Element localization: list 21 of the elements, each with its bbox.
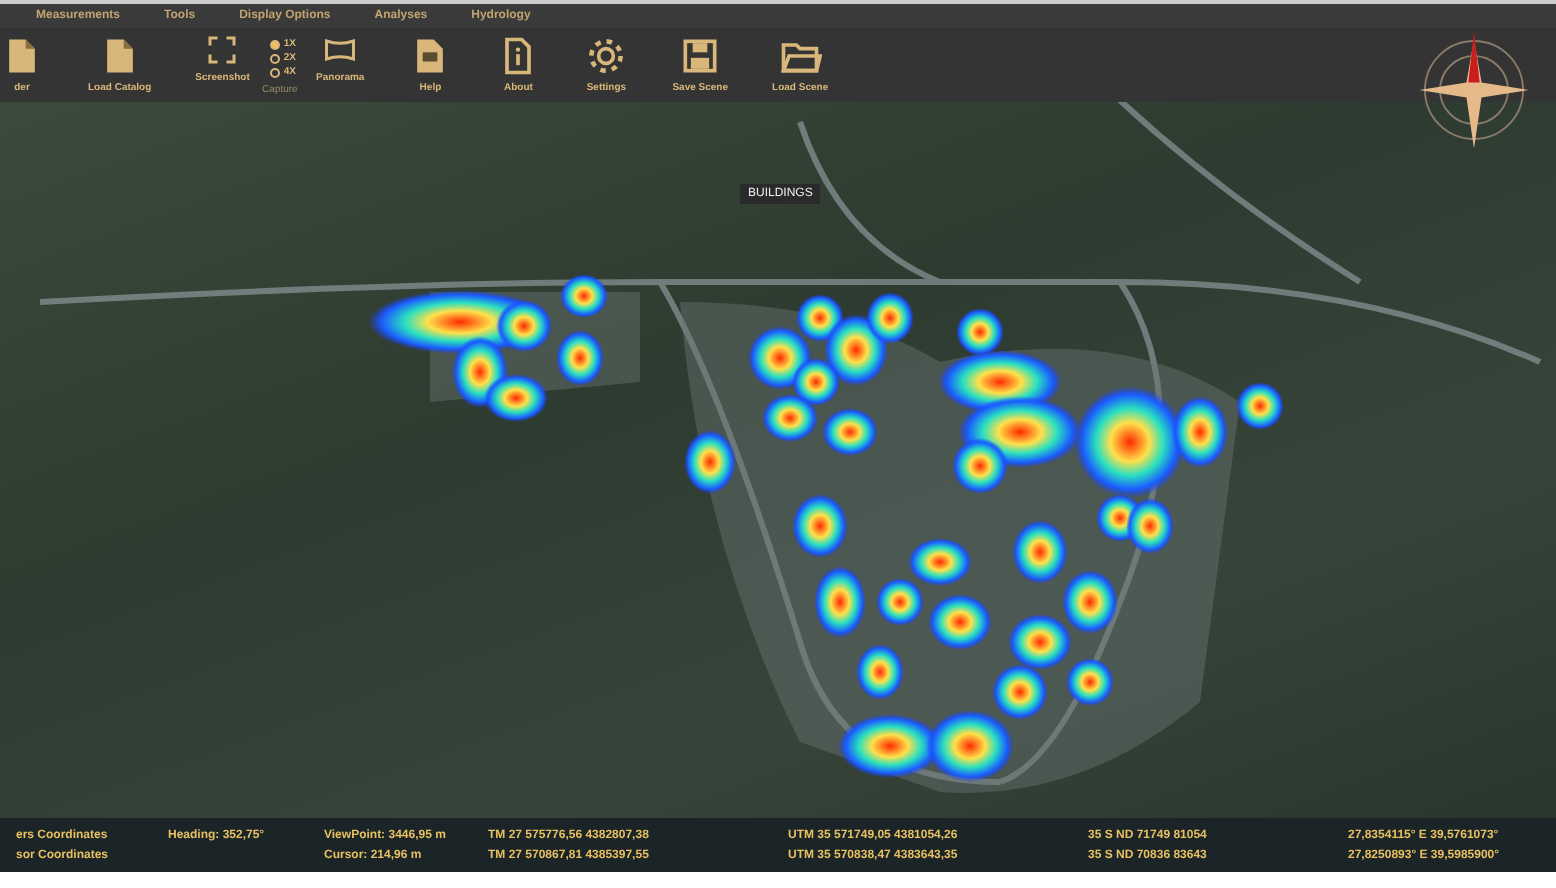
heat-spot (1062, 569, 1118, 634)
heat-spot (856, 643, 904, 700)
heat-spot (1008, 613, 1072, 670)
heat-spot (748, 325, 812, 390)
settings-icon (584, 34, 629, 79)
screenshot-icon (204, 32, 241, 69)
heat-spot (814, 565, 866, 638)
heat-spot (866, 291, 914, 344)
heat-spot (822, 407, 878, 456)
heat-spot (560, 273, 608, 318)
save-icon (678, 34, 723, 79)
heat-spot (1066, 657, 1114, 706)
heat-spot (684, 429, 736, 494)
heat-spot (876, 577, 924, 626)
heat-spot (928, 593, 992, 650)
heat-spot (556, 329, 604, 386)
heat-spot (762, 393, 818, 442)
heat-spot (908, 537, 972, 586)
heat-spot (792, 493, 848, 558)
heat-spot (1012, 519, 1068, 584)
heat-spot (1236, 381, 1284, 430)
